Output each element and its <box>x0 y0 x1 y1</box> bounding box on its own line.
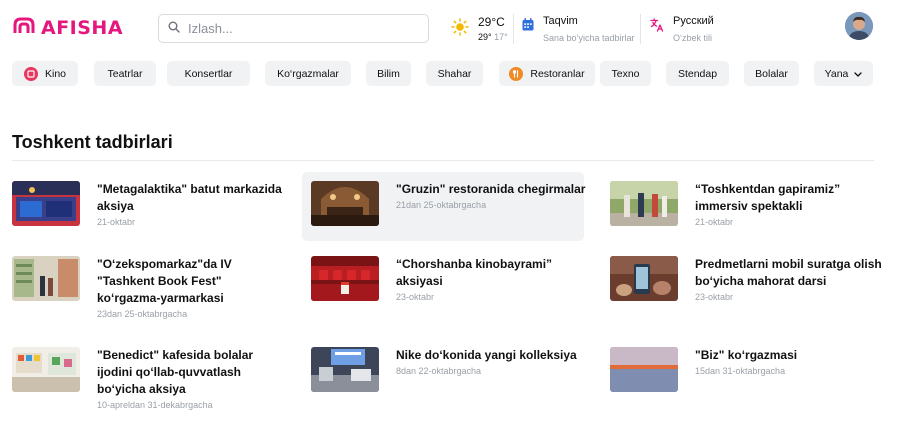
category-bilim[interactable]: Bilim <box>366 61 411 86</box>
section-divider <box>12 160 874 161</box>
event-date: 21dan 25-oktabrgacha <box>396 200 487 210</box>
chevron-down-icon <box>854 68 863 80</box>
event-card[interactable]: "Gruzin" restoranida chegirmalar 21dan 2… <box>302 172 586 241</box>
event-title: “Toshkentdan gapiramiz” immersiv spektak… <box>695 182 841 213</box>
calendar-icon <box>522 18 534 36</box>
category-label: Ko‘rgazmalar <box>277 67 339 80</box>
category-texno[interactable]: Texno <box>600 61 651 86</box>
event-date: 23-oktabr <box>695 292 734 302</box>
category-label: Shahar <box>437 67 472 80</box>
event-thumbnail <box>311 256 379 301</box>
event-card[interactable]: “Chorshanba kinobayrami” aksiyasi 23-okt… <box>311 256 593 306</box>
avatar[interactable] <box>845 12 873 40</box>
event-thumbnail <box>311 347 379 392</box>
event-date: 8dan 22-oktabrgacha <box>396 366 482 376</box>
weather-low: 17° <box>494 31 508 42</box>
event-date: 23dan 25-oktabrgacha <box>97 309 188 319</box>
event-thumbnail <box>311 181 379 226</box>
weather-widget: 29°C 29° 17° <box>451 14 508 44</box>
category-label: Restoranlar <box>530 67 585 80</box>
search-icon <box>168 20 180 38</box>
sun-icon <box>451 17 469 41</box>
event-date: 15dan 31-oktabrgacha <box>695 366 786 376</box>
category-shahar[interactable]: Shahar <box>426 61 483 86</box>
event-card[interactable]: Predmetlarni mobil suratga olish bo‘yich… <box>610 256 892 306</box>
category-label: Teatrlar <box>107 67 143 80</box>
weather-current: 29°C <box>478 14 505 29</box>
event-card[interactable]: "O‘zekspomarkaz"da IV "Tashkent Book Fes… <box>12 256 294 321</box>
category-more-dropdown[interactable]: Yana <box>814 61 873 86</box>
event-card[interactable]: "Metagalaktika" batut markazida aksiya 2… <box>12 181 294 241</box>
calendar-title: Taqvim <box>543 15 578 27</box>
event-title: "O‘zekspomarkaz"da IV "Tashkent Book Fes… <box>97 257 232 305</box>
category-bar: Kino Teatrlar Konsertlar Ko‘rgazmalar Bi… <box>12 61 892 86</box>
event-date: 23-oktabr <box>396 292 435 302</box>
category-bolalar[interactable]: Bolalar <box>744 61 799 86</box>
event-date: 10-apreldan 31-dekabrgacha <box>97 400 213 410</box>
divider <box>640 14 641 44</box>
category-korgazmalar[interactable]: Ko‘rgazmalar <box>265 61 351 86</box>
event-date: 21-oktabr <box>695 217 734 227</box>
event-thumbnail <box>610 256 678 301</box>
search-box[interactable] <box>158 14 429 43</box>
category-konsertlar[interactable]: Konsertlar <box>167 61 250 86</box>
event-title: "Biz" ko‘rgazmasi <box>695 348 798 362</box>
search-input[interactable] <box>188 21 408 36</box>
event-title: Predmetlarni mobil suratga olish bo‘yich… <box>695 257 882 288</box>
event-title: "Benedict" kafesida bolalar ijodini qo‘l… <box>97 348 254 396</box>
category-label: Konsertlar <box>184 67 233 80</box>
category-label: Yana <box>824 67 849 80</box>
event-title: “Chorshanba kinobayrami” aksiyasi <box>396 257 553 288</box>
event-card[interactable]: "Benedict" kafesida bolalar ijodini qo‘l… <box>12 347 294 413</box>
translate-icon <box>650 18 664 37</box>
category-teatrlar[interactable]: Teatrlar <box>94 61 156 86</box>
event-card[interactable]: Nike do‘konida yangi kolleksiya 8dan 22-… <box>311 347 593 397</box>
category-label: Bilim <box>377 67 400 80</box>
logo-text: AFISHA <box>41 17 124 39</box>
event-thumbnail <box>610 347 678 392</box>
fork-knife-icon <box>509 66 524 81</box>
logo[interactable]: AFISHA <box>12 17 123 39</box>
afisha-logo-icon <box>12 16 36 41</box>
language-title: Русский <box>673 15 714 27</box>
event-thumbnail <box>12 347 80 392</box>
calendar-subtitle: Sana bo‘yicha tadbirlar <box>543 33 635 43</box>
event-card[interactable]: "Biz" ko‘rgazmasi 15dan 31-oktabrgacha <box>610 347 892 397</box>
language-switch[interactable]: Русский O‘zbek tili <box>650 14 714 46</box>
event-title: "Metagalaktika" batut markazida aksiya <box>97 182 282 213</box>
category-label: Stendap <box>677 67 718 80</box>
calendar-link[interactable]: Taqvim Sana bo‘yicha tadbirlar <box>522 14 635 46</box>
category-label: Bolalar <box>755 67 788 80</box>
category-label: Kino <box>44 67 66 80</box>
weather-high: 29° <box>478 31 492 42</box>
event-title: "Gruzin" restoranida chegirmalar <box>396 182 586 196</box>
event-card[interactable]: “Toshkentdan gapiramiz” immersiv spektak… <box>610 181 892 241</box>
language-subtitle: O‘zbek tili <box>673 33 713 43</box>
header: AFISHA 29°C 29° 17° <box>0 0 900 56</box>
film-icon <box>23 66 38 81</box>
category-restoranlar[interactable]: Restoranlar <box>499 61 595 86</box>
event-thumbnail <box>12 256 80 301</box>
category-stendap[interactable]: Stendap <box>666 61 729 86</box>
category-label: Texno <box>611 67 640 80</box>
category-kino[interactable]: Kino <box>12 61 78 86</box>
section-title: Toshkent tadbirlari <box>12 132 173 152</box>
divider <box>513 14 514 44</box>
event-thumbnail <box>12 181 80 226</box>
event-title: Nike do‘konida yangi kolleksiya <box>396 348 577 362</box>
event-thumbnail <box>610 181 678 226</box>
event-date: 21-oktabr <box>97 217 136 227</box>
